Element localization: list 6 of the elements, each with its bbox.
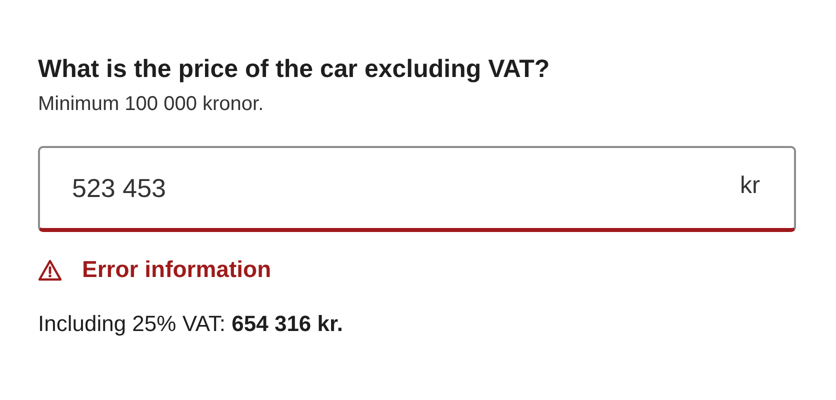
unit-label: kr — [740, 172, 760, 200]
warning-icon — [38, 258, 62, 280]
hint-text: Minimum 100 000 kronor. — [38, 92, 265, 117]
vat-result-text: Including 25% VAT: 654 316 kr. — [38, 311, 344, 337]
question-title: What is the price of the car excluding VAT? — [38, 54, 551, 85]
error-message: Error information — [82, 256, 272, 283]
